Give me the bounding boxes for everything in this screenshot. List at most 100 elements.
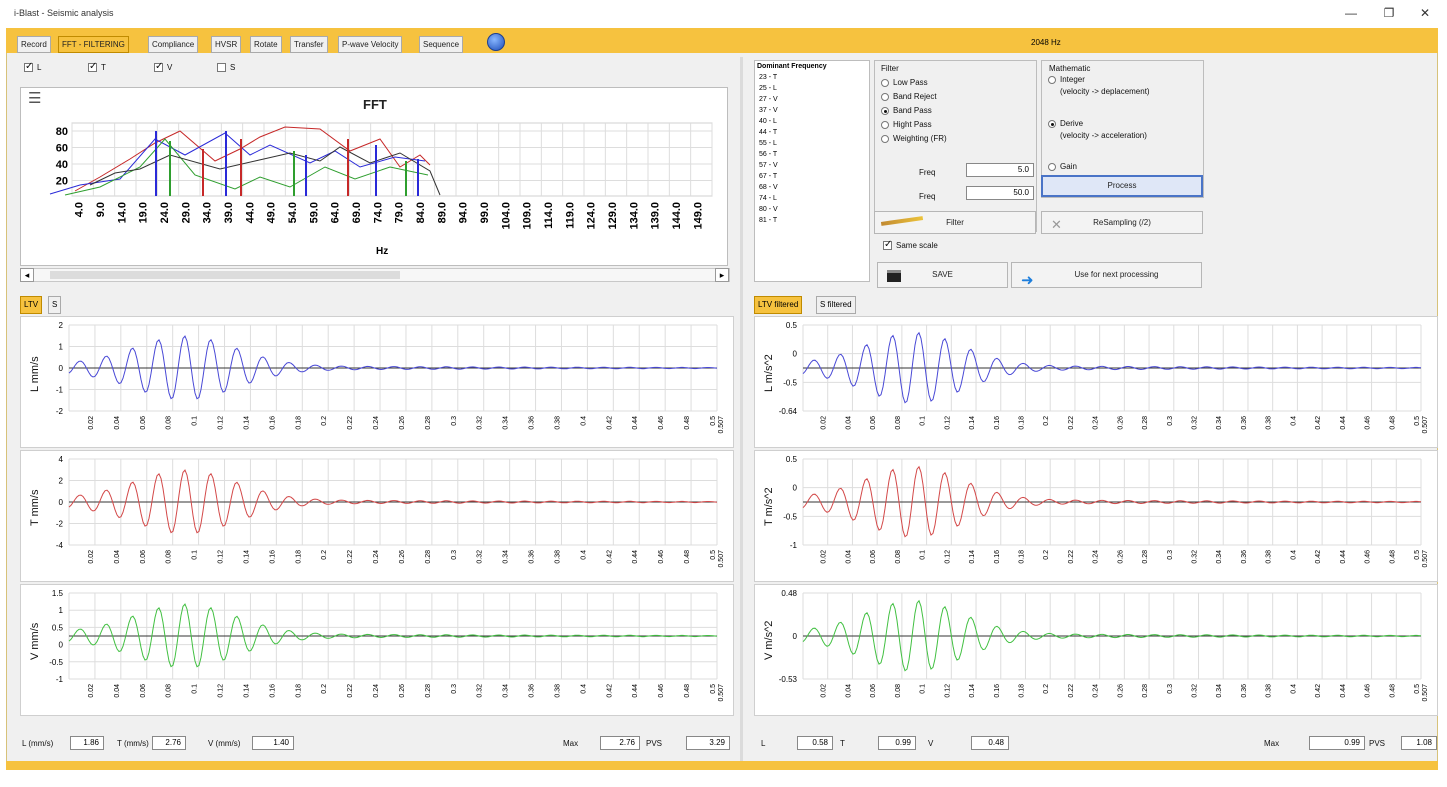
tab-record[interactable]: Record bbox=[17, 36, 51, 53]
y-tick: 0 bbox=[59, 641, 64, 650]
time-end: 0.507 bbox=[718, 684, 725, 702]
tab-sequence[interactable]: Sequence bbox=[419, 36, 464, 53]
time-tick: 0.06 bbox=[870, 416, 877, 430]
dominant-item[interactable]: 40 - L bbox=[757, 116, 869, 127]
use-next-processing-button[interactable]: ➜ Use for next processing bbox=[1011, 262, 1202, 289]
tab-fft-filtering[interactable]: FFT - FILTERING bbox=[58, 36, 129, 53]
left-graph-2: 1.5 1 0.5 0 -0.5 -1 0.02 0.04 0.06 0.08 0.1 0.12 0.1… bbox=[20, 584, 734, 716]
process-button[interactable]: Process bbox=[1041, 175, 1203, 197]
math-option-2[interactable]: Gain bbox=[1048, 162, 1077, 171]
time-tick: 0.38 bbox=[1266, 684, 1273, 698]
time-tick: 0.32 bbox=[477, 550, 484, 564]
time-tick: 0.06 bbox=[140, 550, 147, 564]
time-tick: 0.14 bbox=[243, 684, 250, 698]
check-v[interactable]: V bbox=[154, 61, 172, 73]
y-tick: -2 bbox=[56, 407, 64, 416]
radio-icon bbox=[881, 78, 889, 87]
dominant-item[interactable]: 37 - V bbox=[757, 105, 869, 116]
fft-x-tick: 9.0 bbox=[95, 202, 107, 217]
time-tick: 0.36 bbox=[1241, 684, 1248, 698]
time-tick: 0.16 bbox=[269, 416, 276, 430]
y-tick: 1 bbox=[59, 343, 64, 352]
tab-transfer[interactable]: Transfer bbox=[290, 36, 328, 53]
radio-icon bbox=[1048, 75, 1056, 84]
filter-option-0[interactable]: Low Pass bbox=[881, 78, 928, 87]
time-tick: 0.28 bbox=[1142, 550, 1149, 564]
check-t[interactable]: T bbox=[88, 61, 106, 73]
filter-option-1[interactable]: Band Reject bbox=[881, 92, 937, 101]
left-tab-1[interactable]: S bbox=[48, 296, 62, 314]
close-button[interactable]: ✕ bbox=[1415, 6, 1435, 20]
check-l[interactable]: L bbox=[24, 61, 41, 73]
filter-option-3[interactable]: Hight Pass bbox=[881, 120, 932, 129]
filter-button[interactable]: Filter bbox=[874, 211, 1036, 234]
panel-divider[interactable] bbox=[740, 57, 743, 764]
y-tick: 0.5 bbox=[786, 455, 798, 464]
y-tick: 0 bbox=[793, 484, 798, 493]
scroll-left-button[interactable]: ◂ bbox=[20, 268, 34, 282]
dominant-item[interactable]: 81 - T bbox=[757, 215, 869, 226]
time-tick: 0.46 bbox=[1365, 550, 1372, 564]
resampling-button[interactable]: ✕ ReSampling (/2) bbox=[1041, 211, 1203, 234]
time-tick: 0.32 bbox=[1192, 550, 1199, 564]
left-tab-0[interactable]: LTV bbox=[20, 296, 43, 314]
freq1-input[interactable]: 5.0 bbox=[966, 163, 1034, 177]
right-tab-1[interactable]: S filtered bbox=[816, 296, 856, 314]
check-s[interactable]: S bbox=[217, 63, 235, 73]
scroll-thumb[interactable] bbox=[50, 271, 400, 279]
tab-compliance[interactable]: Compliance bbox=[148, 36, 199, 53]
time-tick: 0.36 bbox=[1241, 416, 1248, 430]
left_status-pvs_label: PVS bbox=[646, 739, 663, 748]
fft-x-tick: 124.0 bbox=[586, 202, 598, 230]
y-tick: 1.5 bbox=[52, 589, 64, 598]
save-icon bbox=[887, 270, 901, 282]
tab-hvsr[interactable]: HVSR bbox=[211, 36, 242, 53]
right-tab-0[interactable]: LTV filtered bbox=[754, 296, 803, 314]
y-tick: 0 bbox=[793, 632, 798, 641]
math-option-label: Gain bbox=[1060, 162, 1077, 171]
dominant-item[interactable]: 55 - L bbox=[757, 138, 869, 149]
filter-option-4[interactable]: Weighting (FR) bbox=[881, 134, 947, 143]
time-tick: 0.08 bbox=[895, 416, 902, 430]
save-button[interactable]: SAVE bbox=[877, 262, 1008, 288]
minimize-button[interactable]: — bbox=[1341, 6, 1361, 20]
freq2-input[interactable]: 50.0 bbox=[966, 186, 1034, 200]
time-tick: 0.5 bbox=[710, 416, 717, 426]
time-tick: 0.44 bbox=[1340, 684, 1347, 698]
dominant-frequency-list[interactable]: Dominant Frequency 23 - T 25 - L 27 - V 37 … bbox=[754, 60, 870, 282]
same-scale-checkbox[interactable]: Same scale bbox=[883, 239, 938, 251]
dominant-item[interactable]: 25 - L bbox=[757, 83, 869, 94]
tab-rotate[interactable]: Rotate bbox=[250, 36, 282, 53]
math-option-0[interactable]: Integer (velocity -> deplacement) bbox=[1048, 75, 1150, 96]
globe-icon[interactable] bbox=[487, 33, 505, 51]
time-tick: 0.3 bbox=[451, 416, 458, 426]
menu-icon[interactable]: ☰ bbox=[28, 89, 41, 107]
dominant-item[interactable]: 80 - V bbox=[757, 204, 869, 215]
time-tick: 0.32 bbox=[1192, 684, 1199, 698]
dominant-item[interactable]: 56 - T bbox=[757, 149, 869, 160]
radio-icon bbox=[881, 120, 889, 129]
scroll-right-button[interactable]: ▸ bbox=[715, 268, 729, 282]
filter-group: Filter Low Pass Band Reject Band Pass Hight… bbox=[874, 60, 1037, 232]
checkbox-icon bbox=[24, 61, 33, 73]
dominant-item[interactable]: 23 - T bbox=[757, 72, 869, 83]
dominant-item[interactable]: 68 - V bbox=[757, 182, 869, 193]
dominant-item[interactable]: 57 - V bbox=[757, 160, 869, 171]
time-tick: 0.28 bbox=[425, 684, 432, 698]
filter-option-2[interactable]: Band Pass bbox=[881, 106, 932, 115]
dominant-item[interactable]: 67 - T bbox=[757, 171, 869, 182]
dominant-item[interactable]: 27 - V bbox=[757, 94, 869, 105]
time-tick: 0.48 bbox=[684, 684, 691, 698]
fft-x-tick: 79.0 bbox=[394, 202, 406, 223]
checkbox-icon bbox=[217, 63, 226, 73]
tab-p-wave-velocity[interactable]: P-wave Velocity bbox=[338, 36, 403, 53]
right_status-v_value-field: 0.48 bbox=[971, 736, 1009, 750]
dominant-item[interactable]: 74 - L bbox=[757, 193, 869, 204]
dominant-item[interactable]: 44 - T bbox=[757, 127, 869, 138]
fft-x-tick: 94.0 bbox=[458, 202, 470, 223]
time-tick: 0.04 bbox=[845, 684, 852, 698]
maximize-button[interactable]: ❐ bbox=[1379, 6, 1399, 20]
fft-x-tick: 19.0 bbox=[138, 202, 150, 223]
right-graph-1: 0.5 0 -0.5 -1 0.02 0.04 0.06 0.08 0.1 0.12 0.14 0.1… bbox=[754, 450, 1438, 582]
math-option-1[interactable]: Derive (velocity -> acceleration) bbox=[1048, 119, 1147, 140]
